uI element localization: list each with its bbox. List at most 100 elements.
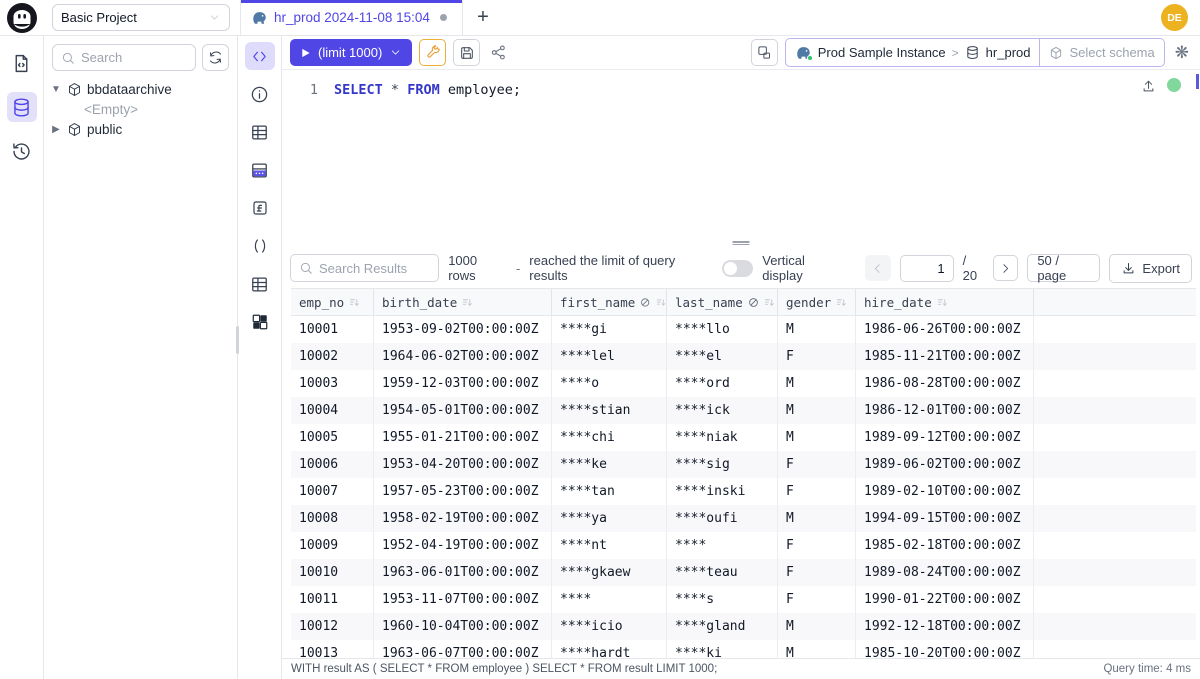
- table-cell[interactable]: 1958-02-19T00:00:00Z: [374, 505, 552, 532]
- table-row[interactable]: 100111953-11-07T00:00:00Z********sF1990-…: [291, 586, 1196, 613]
- function-icon[interactable]: [245, 194, 275, 222]
- sql-editor[interactable]: 1 SELECT * FROM employee;: [282, 70, 1200, 236]
- column-header-emp-no[interactable]: emp_no: [291, 289, 374, 315]
- result-table-icon[interactable]: [245, 270, 275, 298]
- parentheses-icon[interactable]: [245, 232, 275, 260]
- editor-results-resize-handle[interactable]: [282, 236, 1200, 248]
- table-cell[interactable]: 1986-12-01T00:00:00Z: [856, 397, 1034, 424]
- sort-icon[interactable]: [937, 297, 948, 308]
- table-cell[interactable]: 10009: [291, 532, 374, 559]
- table-cell[interactable]: 1963-06-07T00:00:00Z: [374, 640, 552, 658]
- user-avatar[interactable]: DE: [1161, 4, 1188, 31]
- next-page-button[interactable]: [993, 255, 1019, 281]
- table-cell[interactable]: 1953-11-07T00:00:00Z: [374, 586, 552, 613]
- share-button[interactable]: [487, 44, 510, 61]
- table-cell[interactable]: ****o: [552, 370, 667, 397]
- caret-down-icon[interactable]: ▼: [50, 84, 62, 95]
- table-row[interactable]: 100071957-05-23T00:00:00Z****tan****insk…: [291, 478, 1196, 505]
- table-cell[interactable]: 1953-04-20T00:00:00Z: [374, 451, 552, 478]
- tree-search-input[interactable]: Search: [52, 44, 196, 71]
- sort-icon[interactable]: [349, 297, 360, 308]
- select-schema-dropdown[interactable]: Select schema: [1040, 38, 1164, 67]
- run-options-chevron-icon[interactable]: [389, 46, 402, 59]
- table-cell[interactable]: ****nt: [552, 532, 667, 559]
- table-cell[interactable]: 1953-09-02T00:00:00Z: [374, 316, 552, 343]
- table-row[interactable]: 100051955-01-21T00:00:00Z****chi****niak…: [291, 424, 1196, 451]
- schema-diagram-icon[interactable]: [245, 308, 275, 336]
- table-cell[interactable]: 1985-11-21T00:00:00Z: [856, 343, 1034, 370]
- table-row[interactable]: 100081958-02-19T00:00:00Z****ya****oufiM…: [291, 505, 1196, 532]
- editor-scroll-indicator[interactable]: [1196, 74, 1199, 89]
- table-cell[interactable]: ****tan: [552, 478, 667, 505]
- sample-data-icon[interactable]: [245, 156, 275, 184]
- caret-right-icon[interactable]: ▶: [50, 124, 62, 135]
- table-cell[interactable]: ****: [552, 586, 667, 613]
- page-size-select[interactable]: 50 / page: [1027, 254, 1100, 282]
- table-cell[interactable]: ****niak: [667, 424, 778, 451]
- table-cell[interactable]: ****teau: [667, 559, 778, 586]
- vertical-display-toggle[interactable]: [722, 260, 753, 277]
- column-header-first-name[interactable]: first_name: [552, 289, 667, 315]
- table-cell[interactable]: M: [778, 424, 856, 451]
- table-cell[interactable]: 10006: [291, 451, 374, 478]
- table-cell[interactable]: 1989-09-12T00:00:00Z: [856, 424, 1034, 451]
- sort-icon[interactable]: [656, 297, 666, 308]
- table-cell[interactable]: ****lel: [552, 343, 667, 370]
- sort-icon[interactable]: [836, 297, 847, 308]
- table-cell[interactable]: ****ke: [552, 451, 667, 478]
- table-cell[interactable]: ****el: [667, 343, 778, 370]
- table-cell[interactable]: ****ick: [667, 397, 778, 424]
- format-sql-button[interactable]: [419, 39, 446, 66]
- table-cell[interactable]: 1963-06-01T00:00:00Z: [374, 559, 552, 586]
- table-cell[interactable]: 1989-08-24T00:00:00Z: [856, 559, 1034, 586]
- prev-page-button[interactable]: [865, 255, 890, 281]
- history-icon[interactable]: [7, 136, 37, 166]
- table-cell[interactable]: 1994-09-15T00:00:00Z: [856, 505, 1034, 532]
- worksheet-icon[interactable]: [7, 48, 37, 78]
- table-cell[interactable]: 10011: [291, 586, 374, 613]
- table-row[interactable]: 100101963-06-01T00:00:00Z****gkaew****te…: [291, 559, 1196, 586]
- table-cell[interactable]: F: [778, 532, 856, 559]
- table-cell[interactable]: ****gi: [552, 316, 667, 343]
- table-row[interactable]: 100121960-10-04T00:00:00Z****icio****gla…: [291, 613, 1196, 640]
- table-cell[interactable]: 1985-02-18T00:00:00Z: [856, 532, 1034, 559]
- table-cell[interactable]: F: [778, 478, 856, 505]
- table-cell[interactable]: F: [778, 343, 856, 370]
- table-cell[interactable]: 1954-05-01T00:00:00Z: [374, 397, 552, 424]
- table-cell[interactable]: M: [778, 640, 856, 658]
- table-cell[interactable]: ****oufi: [667, 505, 778, 532]
- tab-hr-prod[interactable]: hr_prod 2024-11-08 15:04: [241, 0, 463, 35]
- column-header-hire-date[interactable]: hire_date: [856, 289, 1034, 315]
- table-row[interactable]: 100091952-04-19T00:00:00Z****nt****F1985…: [291, 532, 1196, 559]
- export-button[interactable]: Export: [1109, 254, 1192, 283]
- connection-panel-button[interactable]: [751, 39, 778, 66]
- ai-assistant-button[interactable]: ❋: [1172, 43, 1192, 63]
- new-tab-button[interactable]: +: [463, 0, 503, 35]
- connection-breadcrumb[interactable]: Prod Sample Instance > hr_prod: [785, 38, 1041, 67]
- save-button[interactable]: [453, 39, 480, 66]
- table-cell[interactable]: ****gkaew: [552, 559, 667, 586]
- table-cell[interactable]: 10008: [291, 505, 374, 532]
- table-cell[interactable]: ****gland: [667, 613, 778, 640]
- table-cell[interactable]: 10004: [291, 397, 374, 424]
- refresh-button[interactable]: [202, 44, 229, 71]
- table-cell[interactable]: ****: [667, 532, 778, 559]
- table-cell[interactable]: 1992-12-18T00:00:00Z: [856, 613, 1034, 640]
- tree-item-public[interactable]: ▶ public: [50, 119, 231, 139]
- table-row[interactable]: 100021964-06-02T00:00:00Z****lel****elF1…: [291, 343, 1196, 370]
- results-search-input[interactable]: Search Results: [290, 254, 439, 282]
- table-cell[interactable]: M: [778, 505, 856, 532]
- table-cell[interactable]: 10012: [291, 613, 374, 640]
- page-number-input[interactable]: [900, 255, 954, 282]
- table-cell[interactable]: ****hardt: [552, 640, 667, 658]
- tree-item-bbdataarchive[interactable]: ▼ bbdataarchive: [50, 79, 231, 99]
- table-row[interactable]: 100031959-12-03T00:00:00Z****o****ordM19…: [291, 370, 1196, 397]
- table-cell[interactable]: 10003: [291, 370, 374, 397]
- table-cell[interactable]: ****ya: [552, 505, 667, 532]
- table-cell[interactable]: 1955-01-21T00:00:00Z: [374, 424, 552, 451]
- table-cell[interactable]: 1964-06-02T00:00:00Z: [374, 343, 552, 370]
- tables-icon[interactable]: [245, 118, 275, 146]
- panel-resize-handle[interactable]: [236, 326, 239, 354]
- upload-sheet-button[interactable]: [1141, 79, 1156, 94]
- table-cell[interactable]: 1990-01-22T00:00:00Z: [856, 586, 1034, 613]
